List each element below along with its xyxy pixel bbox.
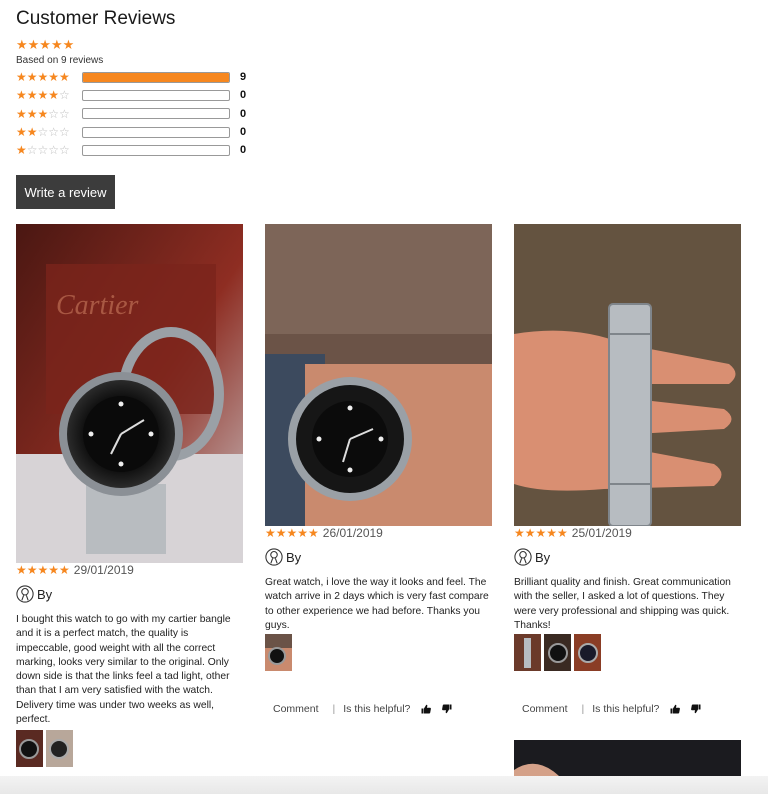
- user-outline-icon: [514, 548, 532, 566]
- rating-count: 0: [240, 126, 247, 139]
- histogram-row-4[interactable]: ★★★★☆ 0: [16, 86, 256, 104]
- review-text: Brilliant quality and finish. Great comm…: [514, 577, 731, 631]
- review-author: By: [535, 549, 551, 565]
- watch-photo-image: [514, 634, 541, 671]
- rating-bar: [82, 71, 230, 83]
- rating-stars: ★: [16, 143, 27, 158]
- review-thumbnail[interactable]: [574, 634, 601, 671]
- review-thumbnail[interactable]: [46, 730, 73, 767]
- review-thumbnail[interactable]: [265, 634, 292, 671]
- histogram-row-2[interactable]: ★★☆☆☆ 0: [16, 123, 256, 141]
- rating-stars: ★★: [16, 125, 38, 140]
- separator: |: [332, 703, 336, 715]
- rating-bar: [82, 144, 230, 156]
- watch-photo-image: [16, 730, 43, 767]
- histogram-row-5[interactable]: ★★★★★ 9: [16, 68, 256, 86]
- review-stars: ★★★★★: [265, 526, 319, 540]
- review-date: 26/01/2019: [322, 526, 383, 540]
- helpful-label: Is this helpful?: [343, 703, 411, 715]
- reviews-count-label: Based on 9 reviews: [16, 55, 104, 66]
- average-rating-stars: ★★★★★: [16, 37, 75, 52]
- thumbs-down-icon[interactable]: [442, 704, 452, 714]
- review-thumbnail[interactable]: [16, 730, 43, 767]
- rating-stars: ★★★★★: [16, 70, 70, 85]
- separator: |: [581, 703, 585, 715]
- user-outline-icon: [265, 548, 283, 566]
- thumbs-up-icon[interactable]: [421, 704, 432, 714]
- rating-bar-fill: [83, 72, 229, 82]
- histogram-row-1[interactable]: ★☆☆☆☆ 0: [16, 141, 256, 159]
- rating-count: 9: [240, 71, 247, 84]
- review-text: I bought this watch to go with my cartie…: [16, 614, 231, 726]
- review-stars: ★★★★★: [16, 563, 70, 577]
- review-date: 25/01/2019: [571, 526, 632, 540]
- review-stars: ★★★★★: [514, 526, 568, 540]
- watch-photo-image: [574, 634, 601, 671]
- page-title: Customer Reviews: [16, 8, 176, 29]
- thumbs-up-icon[interactable]: [670, 704, 681, 714]
- comment-link[interactable]: Comment: [522, 703, 568, 715]
- histogram-row-3[interactable]: ★★★☆☆ 0: [16, 105, 256, 123]
- watch-photo-image: [265, 634, 292, 671]
- rating-bar: [82, 126, 230, 138]
- page-bottom-shadow: [0, 776, 768, 794]
- rating-stars-empty: ☆☆☆☆: [26, 143, 70, 158]
- rating-count: 0: [240, 107, 247, 120]
- rating-bar: [82, 89, 230, 101]
- rating-stars-empty: ☆☆☆: [37, 125, 70, 140]
- helpful-label: Is this helpful?: [592, 703, 660, 715]
- review-photo[interactable]: [514, 224, 741, 526]
- thumbs-down-icon[interactable]: [691, 704, 701, 714]
- review-text: Great watch, i love the way it looks and…: [265, 577, 489, 631]
- review-author: By: [37, 586, 53, 602]
- rating-stars-empty: ☆: [59, 88, 70, 103]
- rating-count: 0: [240, 144, 247, 157]
- watch-photo-image: [544, 634, 571, 671]
- box-label: Cartier: [56, 290, 139, 321]
- review-thumbnail[interactable]: [544, 634, 571, 671]
- review-thumbnail[interactable]: [514, 634, 541, 671]
- review-author: By: [286, 549, 302, 565]
- review-photo[interactable]: Cartier: [16, 224, 243, 563]
- review-date: 29/01/2019: [73, 563, 134, 577]
- rating-histogram: ★★★★★ 9 ★★★★☆ 0 ★★★☆☆ 0 ★★☆☆☆ 0 ★☆☆☆☆ 0: [16, 68, 256, 159]
- review-photo[interactable]: [265, 224, 492, 526]
- rating-stars-empty: ☆☆: [48, 106, 70, 121]
- rating-count: 0: [240, 89, 247, 102]
- watch-photo-image: Cartier: [16, 224, 243, 563]
- watch-photo-image: [46, 730, 73, 767]
- user-outline-icon: [16, 585, 34, 603]
- rating-stars: ★★★★: [16, 88, 60, 103]
- comment-link[interactable]: Comment: [273, 703, 319, 715]
- write-review-button[interactable]: Write a review: [16, 175, 115, 209]
- watch-photo-image: [514, 224, 741, 526]
- rating-bar: [82, 108, 230, 120]
- rating-stars: ★★★: [16, 106, 49, 121]
- watch-photo-image: [265, 224, 492, 526]
